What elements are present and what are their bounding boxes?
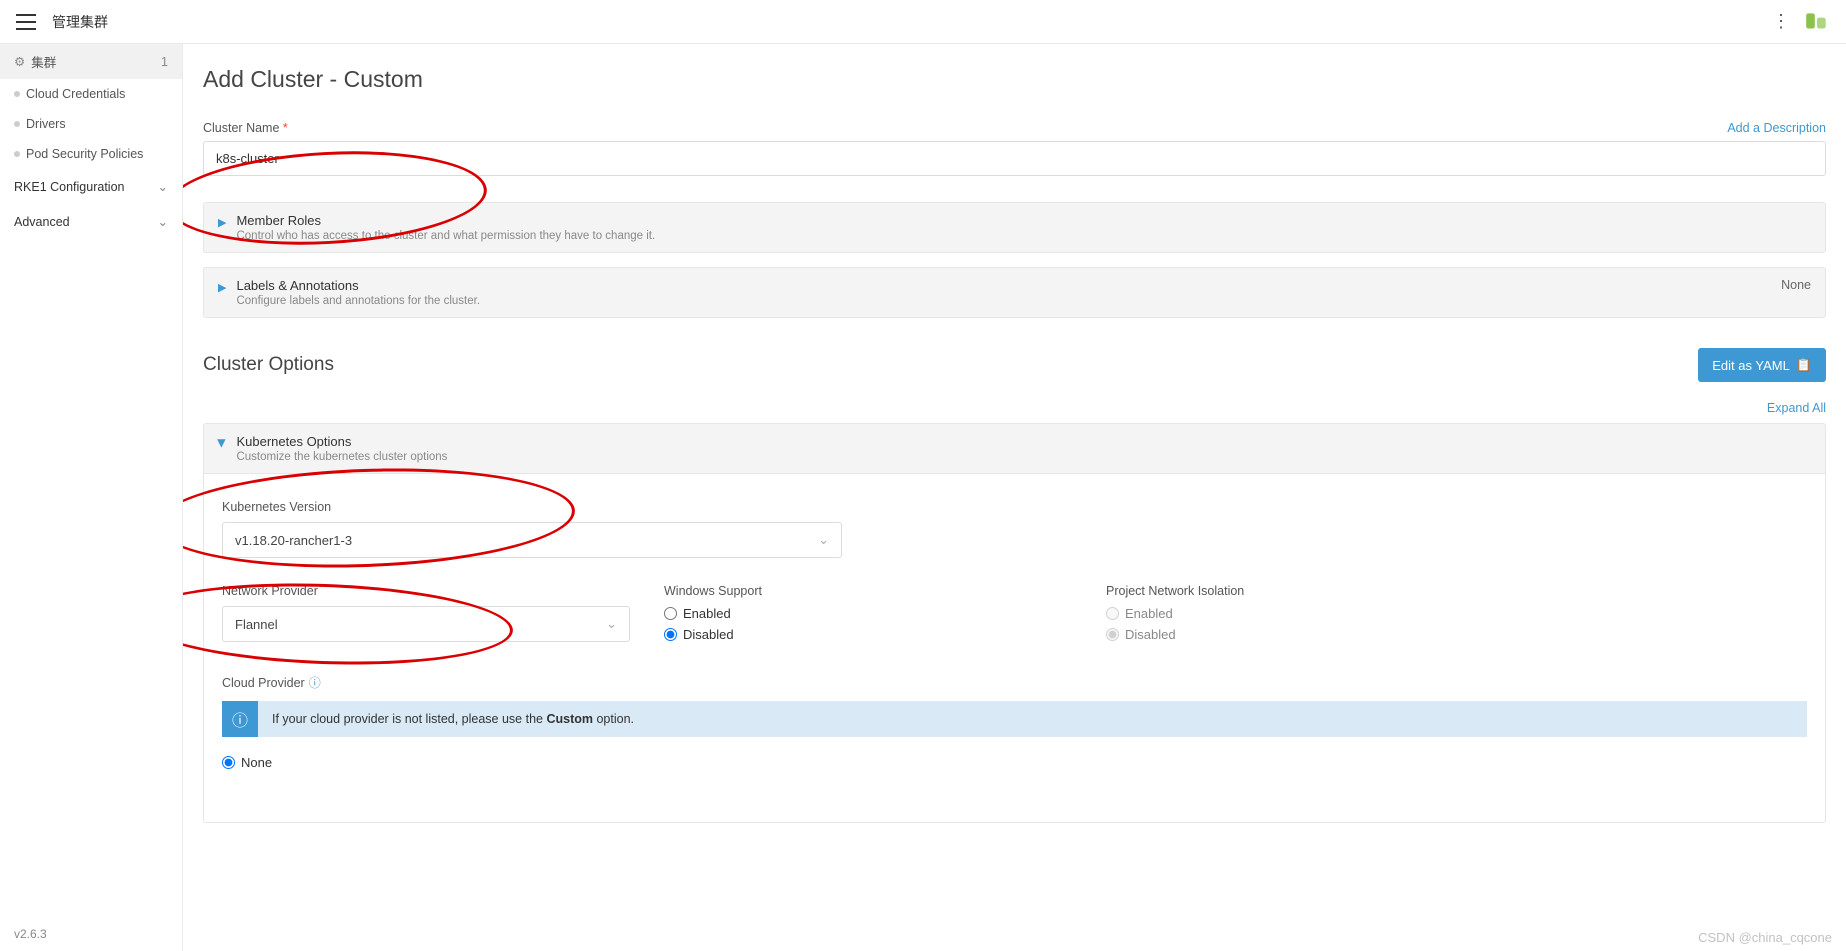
kubernetes-version-label: Kubernetes Version <box>222 500 1807 514</box>
windows-disabled-radio[interactable]: Disabled <box>664 627 1094 642</box>
copy-icon: 📋 <box>1796 357 1812 373</box>
kubernetes-options-panel-header[interactable]: ▶ Kubernetes Options Customize the kuber… <box>203 423 1826 474</box>
sidebar-group-rke1[interactable]: RKE1 Configuration ⌄ <box>0 169 182 204</box>
pni-label: Project Network Isolation <box>1106 584 1807 598</box>
sidebar-label: 集群 <box>31 52 56 71</box>
expand-caret-icon[interactable]: ▶ <box>218 216 226 229</box>
expand-caret-icon[interactable]: ▶ <box>218 281 226 294</box>
panel-title: Member Roles <box>236 213 655 228</box>
cluster-name-input[interactable] <box>203 141 1826 176</box>
select-value: Flannel <box>235 617 278 632</box>
kebab-menu-icon[interactable]: ⋮ <box>1772 11 1790 32</box>
cloud-provider-info-banner: ⓘ If your cloud provider is not listed, … <box>222 701 1807 737</box>
sidebar-item-clusters[interactable]: ⚙ 集群 1 <box>0 44 182 79</box>
cloud-provider-label: Cloud Providerⓘ <box>222 674 1807 691</box>
topbar-left: 管理集群 <box>16 12 108 32</box>
chevron-down-icon: ⌄ <box>158 214 168 229</box>
dot-icon <box>14 151 20 157</box>
cluster-name-label: Cluster Name * <box>203 121 288 135</box>
chevron-down-icon: ⌄ <box>818 532 829 548</box>
sidebar-item-drivers[interactable]: Drivers <box>0 109 182 139</box>
panel-subtitle: Configure labels and annotations for the… <box>236 295 480 307</box>
select-value: v1.18.20-rancher1-3 <box>235 533 352 548</box>
sidebar-label: Pod Security Policies <box>26 147 143 161</box>
labels-annotations-panel[interactable]: ▶ Labels & Annotations Configure labels … <box>203 267 1826 318</box>
pni-enabled-radio[interactable]: Enabled <box>1106 606 1807 621</box>
dot-icon <box>14 91 20 97</box>
rancher-logo-icon[interactable] <box>1804 9 1830 35</box>
gear-icon: ⚙ <box>14 54 25 69</box>
panel-value: None <box>1781 278 1811 292</box>
main-content: Add Cluster - Custom Cluster Name * Add … <box>183 44 1846 951</box>
project-network-isolation-field: Project Network Isolation Enabled Disabl… <box>1106 584 1807 648</box>
info-icon: ⓘ <box>222 701 258 737</box>
windows-enabled-radio[interactable]: Enabled <box>664 606 1094 621</box>
sidebar: ⚙ 集群 1 Cloud Credentials Drivers Pod Sec… <box>0 44 183 951</box>
cluster-count: 1 <box>161 55 168 69</box>
pni-disabled-radio[interactable]: Disabled <box>1106 627 1807 642</box>
add-description-link[interactable]: Add a Description <box>1727 121 1826 135</box>
kubernetes-version-select[interactable]: v1.18.20-rancher1-3 ⌄ <box>222 522 842 558</box>
required-asterisk: * <box>283 121 288 135</box>
breadcrumb-title: 管理集群 <box>52 12 108 32</box>
topbar: 管理集群 ⋮ <box>0 0 1846 44</box>
help-icon[interactable]: ⓘ <box>309 676 321 690</box>
info-text: If your cloud provider is not listed, pl… <box>272 712 634 726</box>
chevron-down-icon: ⌄ <box>606 616 617 632</box>
sidebar-item-cloud-credentials[interactable]: Cloud Credentials <box>0 79 182 109</box>
hamburger-menu-icon[interactable] <box>16 14 36 30</box>
network-provider-select[interactable]: Flannel ⌄ <box>222 606 630 642</box>
chevron-down-icon: ⌄ <box>158 179 168 194</box>
sidebar-label: Advanced <box>14 215 70 229</box>
panel-title: Labels & Annotations <box>236 278 480 293</box>
sidebar-label: Drivers <box>26 117 66 131</box>
sidebar-group-advanced[interactable]: Advanced ⌄ <box>0 204 182 239</box>
version-label: v2.6.3 <box>14 927 47 941</box>
edit-as-yaml-button[interactable]: Edit as YAML 📋 <box>1698 348 1826 382</box>
member-roles-panel[interactable]: ▶ Member Roles Control who has access to… <box>203 202 1826 253</box>
expand-all-link[interactable]: Expand All <box>1767 401 1826 415</box>
panel-subtitle: Customize the kubernetes cluster options <box>236 451 447 463</box>
panel-title: Kubernetes Options <box>236 434 447 449</box>
cloud-provider-none-radio[interactable]: None <box>222 755 1807 770</box>
dot-icon <box>14 121 20 127</box>
collapse-caret-icon[interactable]: ▶ <box>216 439 229 447</box>
windows-support-label: Windows Support <box>664 584 1094 598</box>
topbar-right: ⋮ <box>1772 9 1830 35</box>
network-provider-field: Network Provider Flannel ⌄ <box>222 584 652 648</box>
sidebar-item-pod-security[interactable]: Pod Security Policies <box>0 139 182 169</box>
page-title: Add Cluster - Custom <box>203 66 1826 93</box>
network-provider-label: Network Provider <box>222 584 652 598</box>
panel-subtitle: Control who has access to the cluster an… <box>236 230 655 242</box>
cluster-options-heading: Cluster Options <box>203 354 334 376</box>
windows-support-field: Windows Support Enabled Disabled <box>664 584 1094 648</box>
sidebar-label: Cloud Credentials <box>26 87 125 101</box>
sidebar-label: RKE1 Configuration <box>14 180 124 194</box>
kubernetes-options-body: Kubernetes Version v1.18.20-rancher1-3 ⌄… <box>203 474 1826 823</box>
